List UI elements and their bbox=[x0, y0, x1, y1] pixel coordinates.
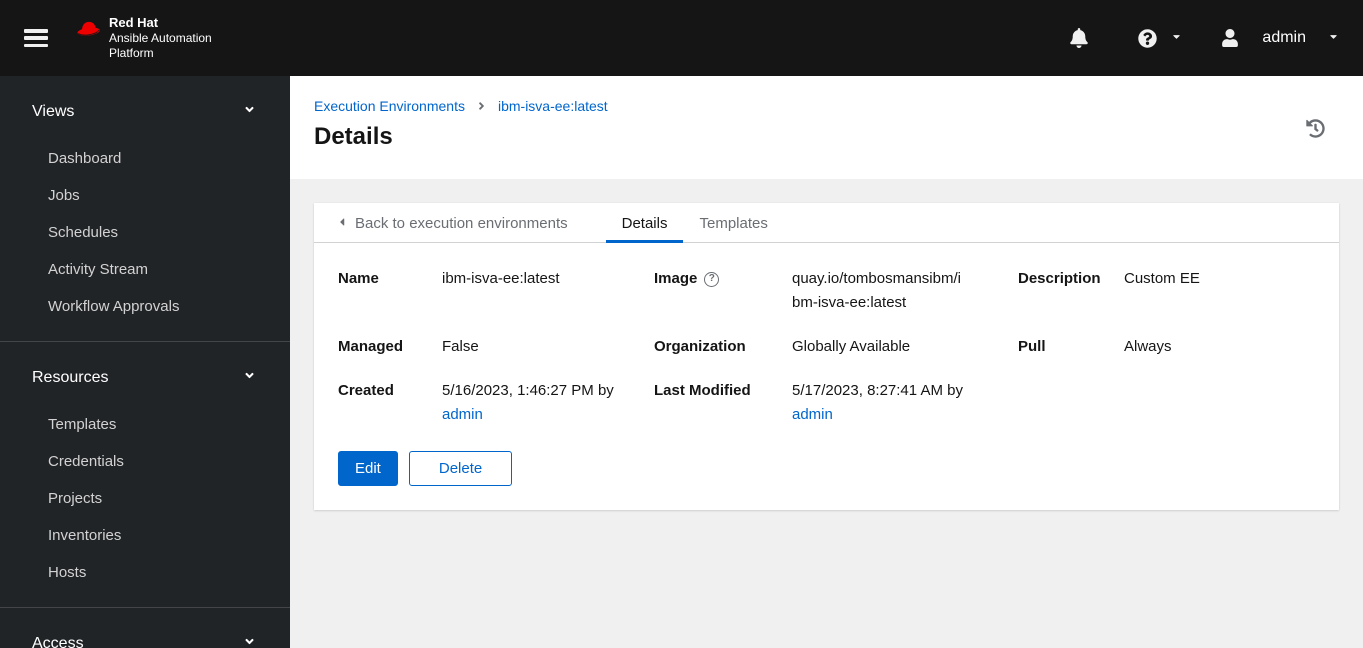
pull-value: Always bbox=[1124, 338, 1172, 355]
nav-section-access: Access bbox=[0, 608, 290, 648]
chevron-down-icon bbox=[243, 369, 256, 387]
sidebar-item-templates[interactable]: Templates bbox=[0, 406, 290, 443]
name-label: Name bbox=[338, 270, 379, 287]
nav-group-label: Access bbox=[32, 635, 84, 648]
caret-left-icon bbox=[338, 215, 346, 232]
redhat-fedora-icon bbox=[76, 20, 102, 43]
managed-value: False bbox=[442, 338, 479, 355]
chevron-down-icon bbox=[243, 103, 256, 121]
angle-right-icon bbox=[477, 100, 486, 112]
nav-section-views: Views Dashboard Jobs Schedules Activity … bbox=[0, 76, 290, 342]
modified-datetime: 5/17/2023, 8:27:41 AM by bbox=[792, 382, 963, 399]
chevron-down-icon bbox=[243, 635, 256, 648]
created-by-user-link[interactable]: admin bbox=[442, 403, 630, 427]
description-label: Description bbox=[1018, 270, 1101, 287]
sidebar-nav: Views Dashboard Jobs Schedules Activity … bbox=[0, 76, 290, 648]
sidebar-item-inventories[interactable]: Inventories bbox=[0, 517, 290, 554]
details-card: Back to execution environments Details T… bbox=[314, 203, 1339, 510]
hamburger-icon[interactable] bbox=[24, 29, 48, 47]
bell-icon[interactable] bbox=[1070, 28, 1089, 48]
caret-down-icon bbox=[1171, 29, 1182, 47]
breadcrumb: Execution Environments ibm-isva-ee:lates… bbox=[314, 96, 1339, 116]
created-label: Created bbox=[338, 382, 394, 399]
nav-group-resources[interactable]: Resources bbox=[0, 350, 290, 406]
delete-button[interactable]: Delete bbox=[408, 451, 513, 486]
modified-by-user-link[interactable]: admin bbox=[792, 403, 994, 427]
action-buttons: Edit Delete bbox=[338, 451, 1315, 486]
created-value: 5/16/2023, 1:46:27 PM by admin bbox=[442, 379, 630, 427]
help-dropdown[interactable] bbox=[1138, 28, 1182, 48]
sidebar-item-jobs[interactable]: Jobs bbox=[0, 177, 290, 214]
image-value: quay.io/tombosmansibm/ibm-isva-ee:latest bbox=[792, 270, 961, 311]
user-icon bbox=[1222, 29, 1239, 47]
sidebar-item-schedules[interactable]: Schedules bbox=[0, 214, 290, 251]
last-modified-value: 5/17/2023, 8:27:41 AM by admin bbox=[792, 379, 994, 427]
sidebar-item-projects[interactable]: Projects bbox=[0, 480, 290, 517]
logo-product-line2: Platform bbox=[109, 46, 154, 61]
brand-logo: Red Hat Ansible Automation Platform bbox=[76, 15, 212, 61]
tab-back-label: Back to execution environments bbox=[355, 214, 568, 232]
nav-group-label: Views bbox=[32, 103, 75, 120]
masthead: Red Hat Ansible Automation Platform admi… bbox=[0, 0, 1363, 76]
description-value: Custom EE bbox=[1124, 270, 1200, 287]
nav-group-access[interactable]: Access bbox=[0, 616, 290, 648]
logo-brand: Red Hat bbox=[109, 14, 159, 30]
organization-value: Globally Available bbox=[792, 338, 911, 355]
tab-bar: Back to execution environments Details T… bbox=[314, 203, 1339, 243]
breadcrumb-current-ee[interactable]: ibm-isva-ee:latest bbox=[498, 96, 608, 116]
sidebar-item-credentials[interactable]: Credentials bbox=[0, 443, 290, 480]
details-panel: Name ibm-isva-ee:latest Image ? quay.io/… bbox=[314, 243, 1339, 510]
user-dropdown[interactable]: admin bbox=[1222, 29, 1339, 47]
sidebar-item-activity-stream[interactable]: Activity Stream bbox=[0, 251, 290, 288]
nav-section-resources: Resources Templates Credentials Projects… bbox=[0, 342, 290, 608]
sidebar-item-hosts[interactable]: Hosts bbox=[0, 554, 290, 591]
sidebar-item-dashboard[interactable]: Dashboard bbox=[0, 140, 290, 177]
breadcrumb-execution-environments[interactable]: Execution Environments bbox=[314, 96, 465, 116]
page-header: Execution Environments ibm-isva-ee:lates… bbox=[290, 76, 1363, 179]
tab-details[interactable]: Details bbox=[606, 203, 684, 243]
image-label-text: Image bbox=[654, 270, 698, 287]
history-icon[interactable] bbox=[1306, 119, 1325, 143]
organization-label: Organization bbox=[654, 338, 746, 355]
managed-label: Managed bbox=[338, 338, 404, 355]
help-icon[interactable]: ? bbox=[704, 271, 720, 287]
username-label: admin bbox=[1262, 29, 1306, 46]
pull-label: Pull bbox=[1018, 338, 1046, 355]
tab-templates[interactable]: Templates bbox=[683, 203, 783, 243]
nav-group-label: Resources bbox=[32, 369, 109, 386]
image-label: Image ? bbox=[654, 267, 768, 291]
logo-product-line1: Ansible Automation bbox=[109, 31, 212, 46]
edit-button[interactable]: Edit bbox=[338, 451, 398, 486]
tab-back-to-execution-environments[interactable]: Back to execution environments bbox=[314, 203, 584, 243]
main-content: Execution Environments ibm-isva-ee:lates… bbox=[290, 76, 1363, 648]
name-value: ibm-isva-ee:latest bbox=[442, 270, 560, 287]
sidebar-item-workflow-approvals[interactable]: Workflow Approvals bbox=[0, 288, 290, 325]
question-circle-icon bbox=[1138, 28, 1158, 48]
page-title: Details bbox=[314, 123, 393, 150]
created-datetime: 5/16/2023, 1:46:27 PM by bbox=[442, 382, 614, 399]
details-grid: Name ibm-isva-ee:latest Image ? quay.io/… bbox=[338, 267, 1315, 427]
last-modified-label: Last Modified bbox=[654, 382, 751, 399]
nav-group-views[interactable]: Views bbox=[0, 84, 290, 140]
caret-down-icon bbox=[1328, 29, 1339, 47]
